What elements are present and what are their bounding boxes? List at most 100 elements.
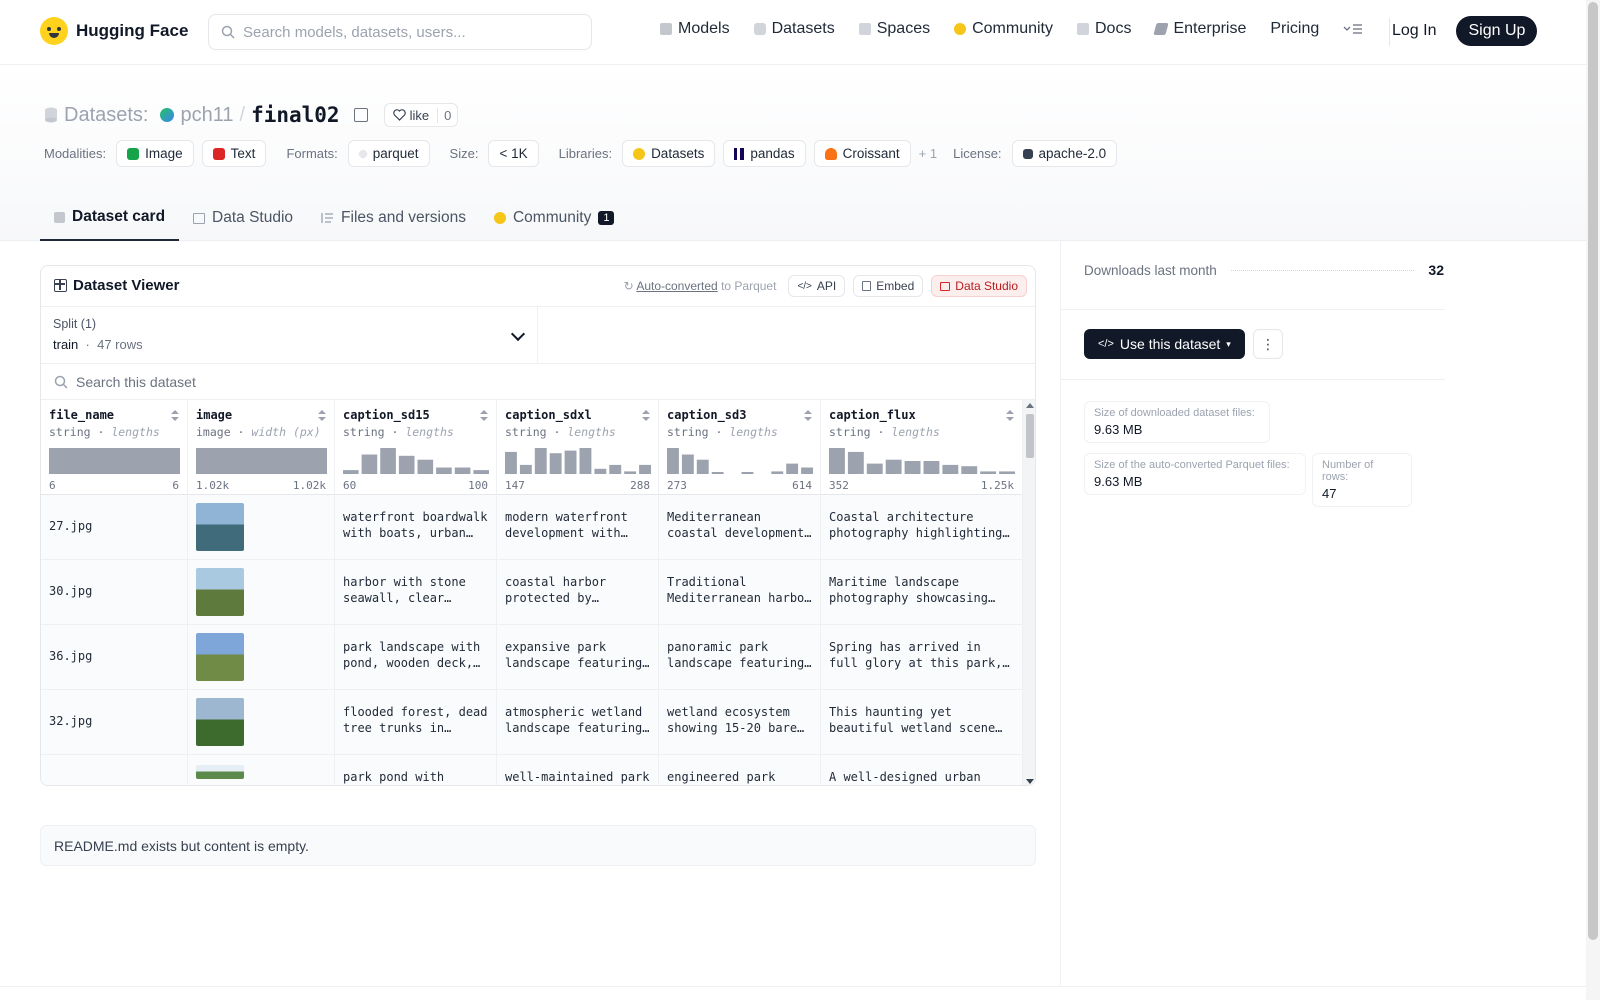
histogram-bar[interactable] bbox=[579, 448, 592, 474]
image-thumbnail[interactable] bbox=[196, 633, 244, 681]
histogram-bar[interactable] bbox=[436, 467, 452, 475]
histogram-bar[interactable] bbox=[594, 468, 607, 474]
histogram-bar[interactable] bbox=[49, 448, 180, 474]
table-cell[interactable]: modern waterfront development with… bbox=[497, 495, 658, 560]
histogram-bar[interactable] bbox=[771, 471, 784, 474]
histogram-bar[interactable] bbox=[667, 448, 679, 474]
table-cell[interactable] bbox=[188, 755, 334, 785]
table-cell[interactable]: Maritime landscape photography showcasin… bbox=[821, 560, 1022, 625]
table-cell[interactable]: panoramic park landscape featuring… bbox=[659, 625, 820, 690]
table-cell[interactable] bbox=[188, 560, 334, 625]
histogram-bar[interactable] bbox=[942, 464, 959, 474]
sort-icon[interactable] bbox=[171, 410, 179, 422]
table-cell[interactable]: engineered park bbox=[659, 755, 820, 785]
table-cell[interactable]: 30.jpg bbox=[41, 560, 187, 625]
table-cell[interactable]: flooded forest, dead tree trunks in… bbox=[335, 690, 496, 755]
global-search[interactable] bbox=[208, 14, 592, 50]
section-label[interactable]: Datasets: bbox=[64, 104, 148, 127]
column-header[interactable]: file_name string · lengths 6 6 bbox=[41, 400, 187, 495]
sort-icon[interactable] bbox=[480, 410, 488, 422]
column-header[interactable]: caption_flux string · lengths 352 1.25k bbox=[821, 400, 1022, 495]
dataset-search[interactable] bbox=[41, 364, 1035, 400]
more-options-button[interactable]: ⋮ bbox=[1253, 329, 1283, 359]
nav-datasets[interactable]: Datasets bbox=[753, 20, 835, 38]
table-scrollbar[interactable] bbox=[1023, 400, 1035, 785]
histogram-bar[interactable] bbox=[741, 472, 754, 474]
tag-image[interactable]: Image bbox=[116, 140, 194, 167]
table-cell[interactable]: waterfront boardwalk with boats, urban… bbox=[335, 495, 496, 560]
table-cell[interactable]: park landscape with pond, wooden deck,… bbox=[335, 625, 496, 690]
image-thumbnail[interactable] bbox=[196, 568, 244, 616]
column-histogram[interactable] bbox=[505, 446, 651, 476]
table-cell[interactable]: expansive park landscape featuring… bbox=[497, 625, 658, 690]
table-cell[interactable] bbox=[188, 625, 334, 690]
histogram-bar[interactable] bbox=[519, 464, 532, 474]
histogram-bar[interactable] bbox=[361, 454, 378, 475]
nav-community[interactable]: Community bbox=[954, 20, 1053, 38]
sort-icon[interactable] bbox=[642, 410, 650, 422]
histogram-bar[interactable] bbox=[609, 464, 622, 474]
dataset-search-input[interactable] bbox=[76, 373, 676, 390]
global-search-input[interactable] bbox=[243, 23, 573, 41]
histogram-bar[interactable] bbox=[961, 466, 978, 474]
table-cell[interactable]: park pond with bbox=[335, 755, 496, 785]
page-scrollbar[interactable] bbox=[1586, 0, 1600, 1000]
tag-parquet[interactable]: parquet bbox=[347, 140, 430, 167]
histogram-bar[interactable] bbox=[624, 471, 637, 474]
tab-community[interactable]: Community 1 bbox=[480, 195, 629, 241]
scrollbar-thumb[interactable] bbox=[1026, 414, 1034, 458]
histogram-bar[interactable] bbox=[885, 459, 902, 474]
image-thumbnail[interactable] bbox=[196, 503, 244, 551]
column-histogram[interactable] bbox=[49, 446, 180, 476]
histogram-bar[interactable] bbox=[454, 467, 471, 475]
repo-name[interactable]: final02 bbox=[251, 103, 340, 127]
use-dataset-button[interactable]: </> Use this dataset ▾ bbox=[1084, 329, 1245, 359]
table-cell[interactable]: Mediterranean coastal development… bbox=[659, 495, 820, 560]
histogram-bar[interactable] bbox=[711, 472, 724, 474]
like-button[interactable]: like 0 bbox=[383, 103, 459, 127]
histogram-bar[interactable] bbox=[904, 461, 921, 474]
column-header[interactable]: caption_sdxl string · lengths 147 288 bbox=[497, 400, 658, 495]
table-cell[interactable]: Traditional Mediterranean harbo… bbox=[659, 560, 820, 625]
signup-button[interactable]: Sign Up bbox=[1456, 16, 1538, 46]
histogram-bar[interactable] bbox=[999, 471, 1015, 474]
table-cell[interactable] bbox=[188, 495, 334, 560]
nav-enterprise[interactable]: Enterprise bbox=[1153, 20, 1246, 38]
api-button[interactable]: </> API bbox=[788, 275, 846, 297]
image-thumbnail[interactable] bbox=[196, 698, 244, 746]
histogram-bar[interactable] bbox=[866, 463, 883, 474]
histogram-bar[interactable] bbox=[380, 448, 396, 474]
nav-docs[interactable]: Docs bbox=[1077, 20, 1131, 38]
nav-spaces[interactable]: Spaces bbox=[858, 20, 930, 38]
column-header[interactable]: image image · width (px) 1.02k 1.02k bbox=[188, 400, 334, 495]
tag-text[interactable]: Text bbox=[201, 140, 267, 167]
table-cell[interactable] bbox=[41, 755, 187, 785]
table-cell[interactable]: coastal harbor protected by… bbox=[497, 560, 658, 625]
column-header[interactable]: caption_sd3 string · lengths 273 614 bbox=[659, 400, 820, 495]
nav-models[interactable]: Models bbox=[660, 20, 730, 38]
sort-icon[interactable] bbox=[1006, 410, 1014, 422]
table-cell[interactable]: Spring has arrived in full glory at this… bbox=[821, 625, 1022, 690]
copy-icon[interactable] bbox=[353, 108, 368, 122]
histogram-bar[interactable] bbox=[196, 448, 327, 474]
tag-croissant[interactable]: Croissant bbox=[813, 140, 911, 167]
embed-button[interactable]: Embed bbox=[853, 275, 924, 297]
tag-size[interactable]: < 1K bbox=[488, 140, 539, 167]
histogram-bar[interactable] bbox=[343, 470, 359, 474]
brand-link[interactable]: Hugging Face bbox=[40, 17, 188, 45]
table-cell[interactable]: 32.jpg bbox=[41, 690, 187, 755]
column-histogram[interactable] bbox=[343, 446, 489, 476]
histogram-bar[interactable] bbox=[847, 451, 864, 474]
histogram-bar[interactable] bbox=[639, 464, 651, 474]
histogram-bar[interactable] bbox=[923, 461, 940, 474]
histogram-bar[interactable] bbox=[681, 454, 694, 475]
histogram-bar[interactable] bbox=[564, 450, 577, 474]
scroll-up-icon[interactable] bbox=[1026, 403, 1034, 408]
tab-files[interactable]: Files and versions bbox=[307, 195, 480, 241]
histogram-bar[interactable] bbox=[980, 471, 997, 474]
login-link[interactable]: Log In bbox=[1392, 22, 1436, 40]
tag-pandas[interactable]: pandas bbox=[723, 140, 806, 167]
sort-icon[interactable] bbox=[318, 410, 326, 422]
histogram-bar[interactable] bbox=[398, 455, 415, 474]
tab-data-studio[interactable]: Data Studio bbox=[179, 195, 307, 241]
